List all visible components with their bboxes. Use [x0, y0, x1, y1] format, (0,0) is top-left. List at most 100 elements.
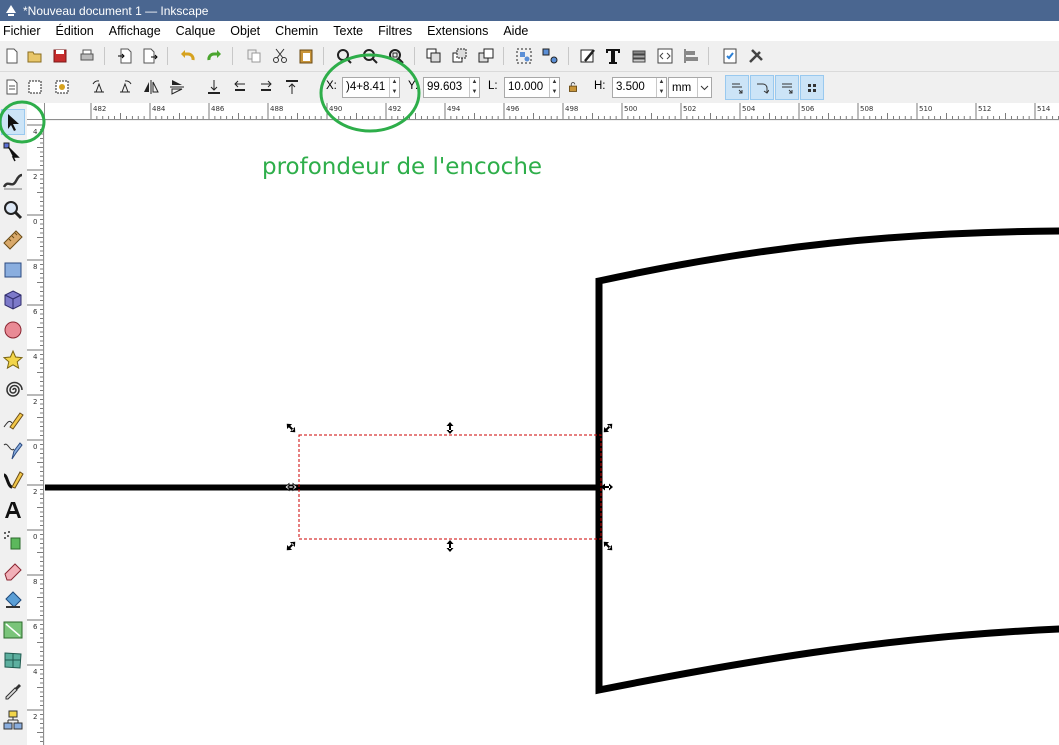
layers-button[interactable] — [629, 46, 649, 66]
raise-button[interactable] — [256, 77, 276, 97]
select-all-button[interactable] — [2, 77, 22, 97]
transform-patterns-toggle[interactable] — [800, 75, 824, 100]
text-font-button[interactable] — [603, 46, 623, 66]
horizontal-ruler[interactable]: 482 484 486 488 490 492 494 496 498 500 502 504 506 5… — [45, 103, 1059, 120]
cut-button[interactable] — [270, 46, 290, 66]
dropper-tool[interactable] — [1, 677, 25, 703]
ellipse-tool[interactable] — [1, 317, 25, 343]
rotate-ccw-button[interactable] — [89, 77, 109, 97]
eraser-tool[interactable] — [1, 557, 25, 583]
lower-to-bottom-button[interactable] — [204, 77, 224, 97]
x-increment[interactable]: ▲ — [390, 78, 399, 88]
zoom-page-button[interactable] — [386, 46, 406, 66]
menu-chemin[interactable]: Chemin — [275, 24, 318, 38]
height-decrement[interactable]: ▼ — [657, 88, 666, 98]
import-button[interactable] — [115, 46, 135, 66]
fill-stroke-button[interactable] — [578, 46, 598, 66]
pencil-tool[interactable] — [1, 407, 25, 433]
clone-button[interactable] — [450, 46, 470, 66]
flip-horizontal-button[interactable] — [141, 77, 161, 97]
y-decrement[interactable]: ▼ — [470, 88, 479, 98]
gradient-icon — [3, 621, 23, 639]
mesh-tool[interactable] — [1, 647, 25, 673]
text-tool[interactable] — [1, 497, 25, 523]
measure-tool[interactable] — [1, 227, 25, 253]
ruler-top-label: 508 — [860, 105, 873, 113]
deselect-button[interactable] — [52, 77, 72, 97]
ungroup-button[interactable] — [540, 46, 560, 66]
selector-arrow-icon — [8, 114, 19, 131]
document-properties-button[interactable] — [720, 46, 740, 66]
ruler-top-label: 496 — [506, 105, 520, 113]
paste-button[interactable] — [296, 46, 316, 66]
node-tool[interactable] — [1, 139, 25, 165]
transform-gradients-toggle[interactable] — [775, 75, 799, 100]
select-all-layers-button[interactable] — [25, 77, 45, 97]
tweak-tool[interactable] — [1, 167, 25, 193]
width-spinbox[interactable]: 10.000 ▲ ▼ — [504, 77, 560, 98]
flip-vertical-button[interactable] — [167, 77, 187, 97]
spiral-tool[interactable] — [1, 377, 25, 403]
menu-edition[interactable]: Édition — [56, 24, 94, 38]
rectangle-tool[interactable] — [1, 257, 25, 283]
lower-button[interactable] — [230, 77, 250, 97]
paint-bucket-tool[interactable] — [1, 587, 25, 613]
unlink-clone-button[interactable] — [476, 46, 496, 66]
gradient-tool[interactable] — [1, 617, 25, 643]
x-value[interactable]: )4+8.41 — [343, 78, 389, 97]
group-button[interactable] — [514, 46, 534, 66]
scale-corners-toggle[interactable] — [750, 75, 774, 100]
pen-tool[interactable] — [1, 437, 25, 463]
zoom-tool[interactable] — [1, 197, 25, 223]
y-spinbox[interactable]: 99.603 ▲ ▼ — [423, 77, 480, 98]
undo-icon — [181, 50, 195, 61]
print-button[interactable] — [77, 46, 97, 66]
y-increment[interactable]: ▲ — [470, 78, 479, 88]
star-tool[interactable] — [1, 347, 25, 373]
zoom-selection-button[interactable] — [334, 46, 354, 66]
width-decrement[interactable]: ▼ — [550, 88, 559, 98]
open-button[interactable] — [25, 46, 45, 66]
menu-affichage[interactable]: Affichage — [109, 24, 161, 38]
menu-texte[interactable]: Texte — [333, 24, 363, 38]
rotate-cw-button[interactable] — [115, 77, 135, 97]
menu-objet[interactable]: Objet — [230, 24, 260, 38]
menu-fichier[interactable]: Fichier — [3, 24, 41, 38]
vertical-ruler[interactable]: 4 2 0 8 6 4 2 0 2 0 8 6 4 2 — [27, 120, 44, 745]
height-increment[interactable]: ▲ — [657, 78, 666, 88]
y-value[interactable]: 99.603 — [424, 78, 469, 97]
x-decrement[interactable]: ▼ — [390, 88, 399, 98]
width-increment[interactable]: ▲ — [550, 78, 559, 88]
copy-button[interactable] — [244, 46, 264, 66]
raise-to-top-button[interactable] — [282, 77, 302, 97]
duplicate-button[interactable] — [424, 46, 444, 66]
export-button[interactable] — [140, 46, 160, 66]
height-spinbox[interactable]: 3.500 ▲ ▼ — [612, 77, 667, 98]
save-button[interactable] — [50, 46, 70, 66]
3d-box-tool[interactable] — [1, 287, 25, 313]
zoom-drawing-button[interactable] — [360, 46, 380, 66]
xml-editor-button[interactable] — [655, 46, 675, 66]
align-distribute-button[interactable] — [681, 46, 701, 66]
x-spinbox[interactable]: )4+8.41 ▲ ▼ — [342, 77, 400, 98]
menu-calque[interactable]: Calque — [176, 24, 216, 38]
outline-path[interactable] — [595, 227, 1059, 695]
menu-aide[interactable]: Aide — [503, 24, 528, 38]
ruler-top-label: 486 — [211, 105, 225, 113]
menu-filtres[interactable]: Filtres — [378, 24, 412, 38]
scale-stroke-toggle[interactable] — [725, 75, 749, 100]
height-value[interactable]: 3.500 — [613, 78, 656, 97]
calligraphy-tool[interactable] — [1, 467, 25, 493]
spray-tool[interactable] — [1, 527, 25, 553]
undo-button[interactable] — [178, 46, 198, 66]
drawing-canvas[interactable] — [45, 121, 1059, 745]
new-document-button[interactable] — [2, 46, 22, 66]
width-value[interactable]: 10.000 — [505, 78, 549, 97]
connector-tool[interactable] — [1, 707, 25, 733]
redo-button[interactable] — [204, 46, 224, 66]
lock-ratio-button[interactable] — [565, 77, 581, 97]
unit-select[interactable]: mm — [668, 77, 712, 98]
preferences-button[interactable] — [746, 46, 766, 66]
selector-tool[interactable] — [1, 109, 25, 135]
menu-extensions[interactable]: Extensions — [427, 24, 488, 38]
